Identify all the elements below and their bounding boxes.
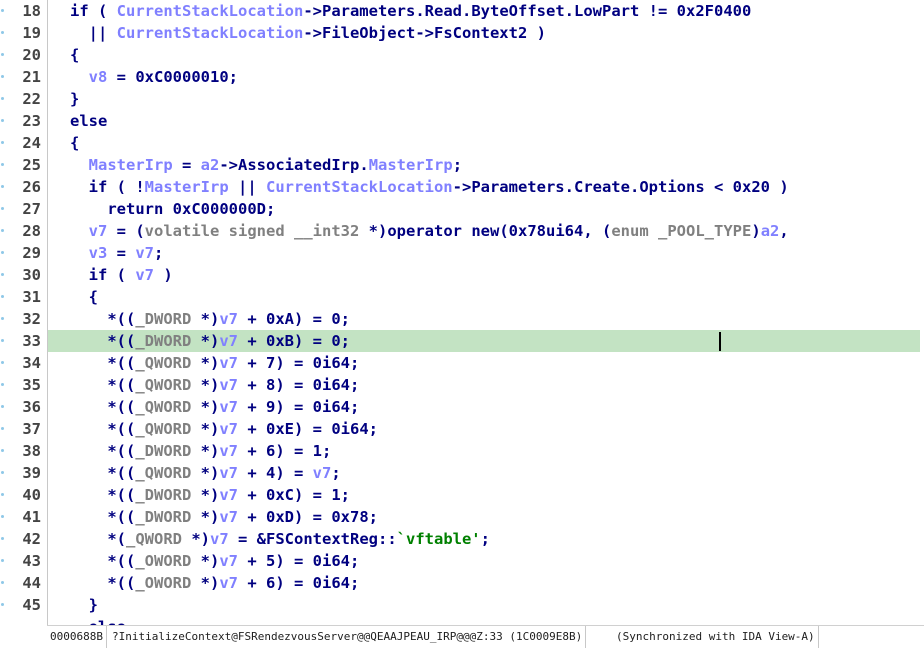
text-caret (719, 332, 721, 351)
line-number: 24 (22, 134, 41, 152)
code-line[interactable]: 19 || CurrentStackLocation->FileObject->… (0, 22, 924, 44)
code-line[interactable]: 28 v7 = (volatile signed __int32 *)opera… (0, 220, 924, 242)
line-number: 25 (22, 156, 41, 174)
code-text[interactable]: *(_QWORD *)v7 = &FSContextReg::`vftable'… (70, 528, 490, 550)
line-number: 35 (22, 376, 41, 394)
code-line[interactable]: 36 *((_QWORD *)v7 + 9) = 0i64; (0, 396, 924, 418)
code-text[interactable]: MasterIrp = a2->AssociatedIrp.MasterIrp; (70, 154, 462, 176)
code-line[interactable]: 21 v8 = 0xC0000010; (0, 66, 924, 88)
code-text[interactable]: return 0xC000000D; (70, 198, 275, 220)
code-line[interactable]: 38 *((_DWORD *)v7 + 6) = 1; (0, 440, 924, 462)
line-number: 19 (22, 24, 41, 42)
code-line[interactable]: 26 if ( !MasterIrp || CurrentStackLocati… (0, 176, 924, 198)
line-number: 38 (22, 442, 41, 460)
code-line[interactable]: 35 *((_QWORD *)v7 + 8) = 0i64; (0, 374, 924, 396)
line-number: 33 (22, 332, 41, 350)
line-number: 40 (22, 486, 41, 504)
status-function: ?InitializeContext@FSRendezvousServer@@Q… (109, 626, 587, 648)
code-text[interactable]: { (70, 132, 79, 154)
status-sync: (Synchronized with IDA View-A) (613, 626, 819, 648)
line-number: 18 (22, 2, 41, 20)
line-number: 37 (22, 420, 41, 438)
code-line[interactable]: 39 *((_QWORD *)v7 + 4) = v7; (0, 462, 924, 484)
code-text[interactable]: *((_QWORD *)v7 + 9) = 0i64; (70, 396, 359, 418)
code-text[interactable]: || CurrentStackLocation->FileObject->FsC… (70, 22, 546, 44)
code-line[interactable]: 32 *((_DWORD *)v7 + 0xA) = 0; (0, 308, 924, 330)
code-line[interactable]: 24 { (0, 132, 924, 154)
line-number: 21 (22, 68, 41, 86)
code-line[interactable]: 30 if ( v7 ) (0, 264, 924, 286)
code-text[interactable]: v8 = 0xC0000010; (70, 66, 238, 88)
code-line[interactable]: 23 else (0, 110, 924, 132)
line-number: 31 (22, 288, 41, 306)
code-text[interactable]: *((_QWORD *)v7 + 7) = 0i64; (70, 352, 359, 374)
line-number: 26 (22, 178, 41, 196)
code-text[interactable]: } (70, 594, 98, 616)
code-line[interactable]: 42 *(_QWORD *)v7 = &FSContextReg::`vftab… (0, 528, 924, 550)
line-number: 44 (22, 574, 41, 592)
line-number: 32 (22, 310, 41, 328)
code-line[interactable]: 41 *((_DWORD *)v7 + 0xD) = 0x78; (0, 506, 924, 528)
code-text[interactable]: *((_DWORD *)v7 + 0xC) = 1; (70, 484, 350, 506)
code-text[interactable]: if ( CurrentStackLocation->Parameters.Re… (70, 0, 751, 22)
code-text[interactable]: { (70, 286, 98, 308)
line-number: 36 (22, 398, 41, 416)
code-line[interactable]: 27 return 0xC000000D; (0, 198, 924, 220)
line-number: 39 (22, 464, 41, 482)
code-line[interactable]: 29 v3 = v7; (0, 242, 924, 264)
status-address: 0000688B (47, 626, 107, 648)
code-text[interactable]: v3 = v7; (70, 242, 164, 264)
code-line[interactable]: 37 *((_QWORD *)v7 + 0xE) = 0i64; (0, 418, 924, 440)
line-number: 41 (22, 508, 41, 526)
code-line[interactable]: 43 *((_OWORD *)v7 + 5) = 0i64; (0, 550, 924, 572)
code-line[interactable]: 33 *((_DWORD *)v7 + 0xB) = 0; (0, 330, 924, 352)
line-number: 42 (22, 530, 41, 548)
pseudocode-view[interactable]: 18 if ( CurrentStackLocation->Parameters.… (0, 0, 924, 625)
code-line[interactable]: 31 { (0, 286, 924, 308)
code-text[interactable]: *((_DWORD *)v7 + 0xA) = 0; (70, 308, 350, 330)
code-text[interactable]: *((_OWORD *)v7 + 5) = 0i64; (70, 550, 359, 572)
code-text[interactable]: *((_DWORD *)v7 + 0xB) = 0; (70, 330, 350, 352)
code-text[interactable]: else (70, 616, 126, 625)
code-line[interactable]: 40 *((_DWORD *)v7 + 0xC) = 1; (0, 484, 924, 506)
code-text[interactable]: if ( !MasterIrp || CurrentStackLocation-… (70, 176, 789, 198)
line-number: 22 (22, 90, 41, 108)
code-line[interactable]: 18 if ( CurrentStackLocation->Parameters.… (0, 0, 924, 22)
line-number: 23 (22, 112, 41, 130)
line-number: 30 (22, 266, 41, 284)
line-number: 43 (22, 552, 41, 570)
code-text[interactable]: *((_DWORD *)v7 + 6) = 1; (70, 440, 331, 462)
code-line[interactable]: 45 } (0, 594, 924, 616)
code-text[interactable]: v7 = (volatile signed __int32 *)operator… (70, 220, 789, 242)
line-number: 20 (22, 46, 41, 64)
code-line[interactable]: 34 *((_QWORD *)v7 + 7) = 0i64; (0, 352, 924, 374)
line-number: 34 (22, 354, 41, 372)
code-text[interactable]: *((_DWORD *)v7 + 0xD) = 0x78; (70, 506, 378, 528)
status-bar: 0000688B ?InitializeContext@FSRendezvous… (47, 625, 924, 648)
line-number: 27 (22, 200, 41, 218)
code-text[interactable]: else (70, 110, 107, 132)
code-line[interactable]: else (0, 616, 924, 625)
code-line[interactable]: 25 MasterIrp = a2->AssociatedIrp.MasterI… (0, 154, 924, 176)
code-text[interactable]: *((_QWORD *)v7 + 0xE) = 0i64; (70, 418, 378, 440)
code-text[interactable]: *((_OWORD *)v7 + 6) = 0i64; (70, 572, 359, 594)
line-number: 45 (22, 596, 41, 614)
code-text[interactable]: } (70, 88, 79, 110)
code-text[interactable]: *((_QWORD *)v7 + 4) = v7; (70, 462, 340, 484)
code-line[interactable]: 20 { (0, 44, 924, 66)
code-text[interactable]: if ( v7 ) (70, 264, 173, 286)
code-text[interactable]: *((_QWORD *)v7 + 8) = 0i64; (70, 374, 359, 396)
line-number: 28 (22, 222, 41, 240)
line-number: 29 (22, 244, 41, 262)
code-line[interactable]: 22} (0, 88, 924, 110)
code-text[interactable]: { (70, 44, 79, 66)
code-line[interactable]: 44 *((_OWORD *)v7 + 6) = 0i64; (0, 572, 924, 594)
